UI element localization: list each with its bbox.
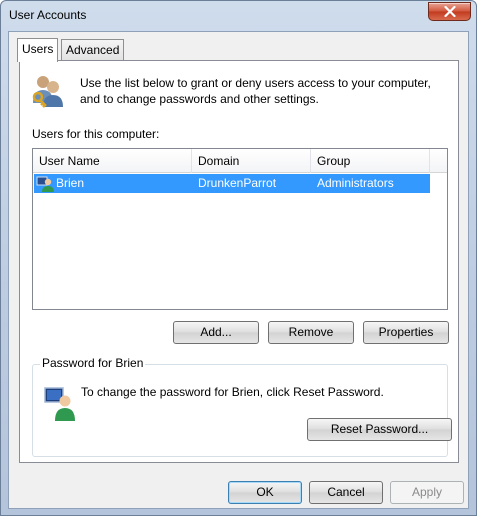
remove-user-button[interactable]: Remove — [268, 321, 354, 344]
column-header-domain[interactable]: Domain — [192, 149, 311, 173]
column-header-group[interactable]: Group — [311, 149, 430, 173]
intro-line-2: and to change passwords and other settin… — [80, 92, 319, 106]
cancel-button[interactable]: Cancel — [309, 481, 383, 504]
window-title: User Accounts — [9, 8, 87, 22]
title-bar[interactable]: User Accounts — [1, 1, 476, 31]
ok-button[interactable]: OK — [228, 481, 302, 504]
tab-users[interactable]: Users — [17, 38, 59, 62]
reset-password-button[interactable]: Reset Password... — [307, 418, 452, 441]
intro-line-1: Use the list below to grant or deny user… — [80, 76, 431, 90]
intro-text: Use the list below to grant or deny user… — [80, 75, 450, 107]
user-accounts-window: User Accounts Users Advanced Use the lis… — [0, 0, 477, 516]
user-icon — [36, 176, 54, 192]
password-group-title: Password for Brien — [40, 356, 146, 370]
properties-button[interactable]: Properties — [363, 321, 449, 344]
cell-user-name: Brien — [56, 176, 85, 190]
table-row[interactable]: Brien DrunkenParrot Administrators — [34, 174, 430, 193]
cell-group: Administrators — [317, 176, 394, 190]
close-button[interactable] — [428, 2, 471, 21]
users-list-label: Users for this computer: — [32, 127, 160, 141]
column-header-user-name[interactable]: User Name — [33, 149, 192, 173]
dialog-client-area: Users Advanced Use the list below to gra… — [8, 31, 469, 509]
apply-button[interactable]: Apply — [390, 481, 464, 504]
add-user-button[interactable]: Add... — [173, 321, 259, 344]
users-tab-panel: Use the list below to grant or deny user… — [19, 60, 459, 463]
tab-advanced[interactable]: Advanced — [61, 39, 125, 60]
password-instructions: To change the password for Brien, click … — [81, 385, 384, 399]
users-keys-icon — [32, 76, 63, 108]
close-icon — [443, 6, 456, 17]
password-groupbox: Password for Brien To change the passwor… — [32, 356, 452, 457]
users-listview[interactable]: User Name Domain Group Brien DrunkenParr… — [32, 148, 448, 310]
user-computer-icon — [44, 387, 75, 421]
cell-domain: DrunkenParrot — [198, 176, 277, 190]
listview-header: User Name Domain Group — [33, 149, 447, 173]
